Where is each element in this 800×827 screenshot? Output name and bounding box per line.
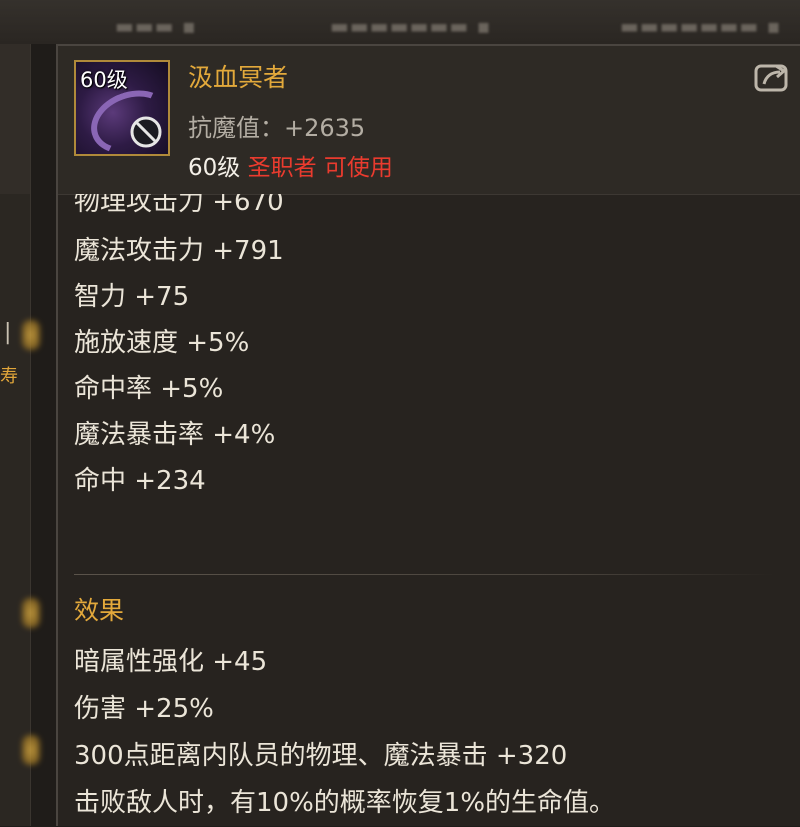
effect-line: 伤害 +25%	[74, 694, 214, 724]
scythe-icon[interactable]: 60级	[74, 60, 170, 156]
requirement-usable: 可使用	[323, 155, 393, 181]
attribute-line: 命中率 +5%	[74, 374, 224, 404]
background-glyph: |	[4, 320, 12, 345]
background-glow	[22, 735, 40, 765]
section-divider	[74, 574, 774, 575]
item-name: 汲血冥者	[188, 63, 289, 92]
attribute-line: 命中 +234	[74, 466, 206, 496]
attribute-list: 物理攻击力 +670 魔法攻击力 +791 智力 +75 施放速度 +5% 命中…	[74, 194, 774, 504]
item-tooltip: 60级 汲血冥者 抗魔值：+2635 60级 圣职者 可使用 物理攻击力 +67…	[56, 44, 800, 826]
background-glow	[22, 598, 40, 628]
attribute-line: 智力 +75	[74, 282, 190, 312]
attribute-line: 魔法攻击力 +791	[74, 236, 284, 266]
attribute-line: 物理攻击力 +670	[74, 194, 284, 217]
attribute-line: 魔法暴击率 +4%	[74, 420, 276, 450]
background-glyph: 寿	[0, 366, 18, 387]
tooltip-header: 60级 汲血冥者 抗魔值：+2635 60级 圣职者 可使用	[58, 46, 800, 195]
effect-line: 暗属性强化 +45	[74, 647, 268, 677]
effect-list: 暗属性强化 +45 伤害 +25% 300点距离内队员的物理、魔法暴击 +320…	[74, 639, 784, 827]
background-blur-text: ▬▬▬ ▪	[115, 14, 197, 38]
effect-line: 击败敌人时，有10%的概率恢复1%的生命值。	[74, 788, 616, 818]
requirement-level: 60级	[188, 155, 241, 181]
item-main-stat: 抗魔值：+2635	[188, 114, 366, 142]
attribute-line: 施放速度 +5%	[74, 328, 250, 358]
background-blur-text: ▬▬▬▬▬▬▬ ▪	[330, 14, 492, 38]
requirement-class: 圣职者	[247, 155, 317, 181]
share-icon[interactable]	[754, 60, 790, 92]
item-icon-level: 60级	[80, 68, 128, 92]
background-glow	[22, 320, 40, 350]
item-requirement: 60级 圣职者 可使用	[188, 148, 393, 182]
effect-title: 效果	[74, 596, 125, 625]
ban-icon	[130, 116, 162, 148]
effect-line: 300点距离内队员的物理、魔法暴击 +320	[74, 741, 568, 771]
background-blur-text: ▬▬▬▬▬▬▬ ▪	[620, 14, 782, 38]
background-left-panel-top	[0, 44, 30, 194]
